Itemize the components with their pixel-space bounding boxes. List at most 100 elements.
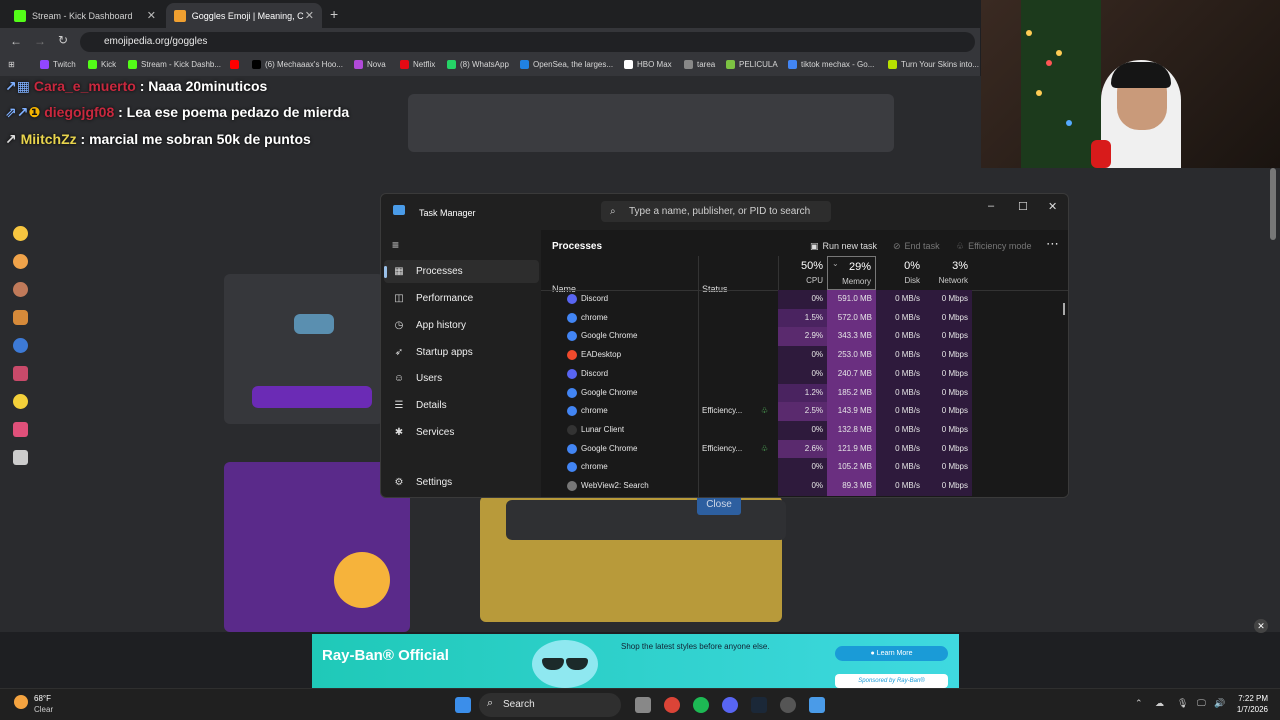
gear-icon: ⚙ <box>394 477 404 488</box>
close-ad-icon[interactable]: ✕ <box>1254 619 1268 633</box>
process-row[interactable]: Lunar Client 0% 132.8 MB 0 MB/s 0 Mbps <box>541 420 1068 440</box>
steam-icon[interactable] <box>751 697 767 713</box>
emoji-icon[interactable] <box>13 226 28 241</box>
onedrive-icon[interactable]: ☁ <box>1155 698 1164 709</box>
process-cpu: 2.9% <box>804 331 823 341</box>
efficiency-leaf-icon: ♧ <box>761 406 769 416</box>
chevron-up-icon[interactable]: ⌃ <box>1135 698 1143 709</box>
process-row[interactable]: chrome 1.5% 572.0 MB 0 MB/s 0 Mbps <box>541 308 1068 328</box>
bookmark-item[interactable]: Nova <box>354 60 386 69</box>
new-tab-icon[interactable]: + <box>330 6 338 22</box>
bookmark-item[interactable]: HBO Max <box>624 60 672 69</box>
bulb-emoji-icon[interactable] <box>13 394 28 409</box>
bookmark-item[interactable]: PELICULA <box>726 60 778 69</box>
ad-banner[interactable]: Ray-Ban® Official Shop the latest styles… <box>312 634 959 688</box>
process-row[interactable]: Google Chrome Efficiency... 2.6% 121.9 MB 0 … <box>541 439 1068 459</box>
back-icon[interactable]: ← <box>10 34 22 48</box>
microphone-icon[interactable]: 🎙 <box>1177 698 1188 709</box>
process-row[interactable]: Google Chrome 2.9% 343.3 MB 0 MB/s 0 Mbps <box>541 327 1068 347</box>
task-view-icon[interactable] <box>635 697 651 713</box>
close-button[interactable]: Close <box>697 495 741 515</box>
url-field[interactable]: emojipedia.org/goggles <box>80 32 975 52</box>
column-network[interactable]: 3% Network <box>924 256 972 290</box>
tab-emojipedia[interactable]: Goggles Emoji | Meaning, C ✕ <box>166 3 322 28</box>
process-icon <box>567 406 577 417</box>
clock-time[interactable]: 7:22 PM <box>1232 694 1268 703</box>
food-emoji-icon[interactable] <box>13 310 28 325</box>
column-memory[interactable]: ⌄ 29% Memory <box>827 256 876 290</box>
spotify-icon[interactable] <box>693 697 709 713</box>
bookmark-item[interactable]: Twitch <box>40 60 76 69</box>
nav-performance[interactable]: ◫ Performance <box>384 287 539 310</box>
column-cpu[interactable]: 50% CPU <box>778 256 827 290</box>
animal-emoji-icon[interactable] <box>13 282 28 297</box>
end-task-button[interactable]: ⊘ End task <box>893 241 940 252</box>
apps-grid-icon[interactable]: ⊞ <box>8 60 15 69</box>
process-row[interactable]: Discord 0% 240.7 MB 0 MB/s 0 Mbps <box>541 364 1068 384</box>
forward-icon[interactable]: → <box>34 34 46 48</box>
efficiency-mode-label: Efficiency mode <box>968 241 1032 251</box>
nav-settings[interactable]: ⚙ Settings <box>384 471 539 494</box>
bookmark-item[interactable] <box>230 60 243 69</box>
person-emoji-icon[interactable] <box>13 254 28 269</box>
search-input[interactable]: ⌕ Type a name, publisher, or PID to sear… <box>601 201 831 222</box>
process-row[interactable]: Google Chrome 1.2% 185.2 MB 0 MB/s 0 Mbps <box>541 383 1068 403</box>
run-new-task-button[interactable]: ▣ Run new task <box>810 241 877 252</box>
nav-app-history[interactable]: ◷ App history <box>384 314 539 337</box>
nav-details[interactable]: ☰ Details <box>384 394 539 417</box>
tab-kick-dashboard[interactable]: Stream - Kick Dashboard ✕ <box>6 3 164 28</box>
page-scrollbar[interactable] <box>1270 168 1276 240</box>
windows-start-icon[interactable] <box>455 697 471 713</box>
weather-temp[interactable]: 68°F <box>34 694 51 703</box>
maximize-icon[interactable]: ☐ <box>1018 200 1028 213</box>
efficiency-mode-button[interactable]: ♧ Efficiency mode <box>956 241 1031 252</box>
obs-icon[interactable] <box>780 697 796 713</box>
task-manager-icon[interactable] <box>809 697 825 713</box>
nav-users[interactable]: ☺ Users <box>384 367 539 390</box>
bookmark-label: Stream - Kick Dashb... <box>141 60 222 69</box>
flag-emoji-icon[interactable] <box>13 450 28 465</box>
monitor-icon[interactable]: 🖵 <box>1197 698 1206 709</box>
efficiency-leaf-icon: ♧ <box>761 443 769 453</box>
minimize-icon[interactable]: – <box>988 200 994 212</box>
heart-emoji-icon[interactable] <box>13 422 28 437</box>
nav-processes[interactable]: ▦ Processes <box>384 260 539 283</box>
process-row[interactable]: Discord 0% 591.0 MB 0 MB/s 0 Mbps <box>541 290 1068 309</box>
process-cpu: 0% <box>811 481 823 490</box>
close-icon[interactable]: ✕ <box>1048 200 1057 213</box>
chrome-icon[interactable] <box>664 697 680 713</box>
close-icon[interactable]: ✕ <box>147 9 156 22</box>
bookmark-item[interactable]: Turn Your Skins into... <box>888 60 979 69</box>
bookmark-item[interactable]: tiktok mechax - Go... <box>788 60 874 69</box>
volume-icon[interactable]: 🔊 <box>1214 698 1225 709</box>
process-row[interactable]: EADesktop 0% 253.0 MB 0 MB/s 0 Mbps <box>541 346 1068 366</box>
list-scrollbar[interactable] <box>1063 303 1065 315</box>
globe-emoji-icon[interactable] <box>13 338 28 353</box>
nav-services[interactable]: ✱ Services <box>384 421 539 444</box>
rocket-emoji-icon[interactable] <box>13 366 28 381</box>
bookmark-item[interactable]: Netflix <box>400 60 435 69</box>
more-options-icon[interactable]: ⋯ <box>1046 236 1059 252</box>
search-label: Search <box>503 699 535 710</box>
bookmark-item[interactable]: (6) Mechaaax's Hoo... <box>252 60 343 69</box>
taskbar-search[interactable]: ⌕ Search <box>479 693 621 717</box>
bookmark-item[interactable]: Kick <box>88 60 116 69</box>
processes-panel: Processes ▣ Run new task ⊘ End task ♧ Effic… <box>541 230 1068 497</box>
nav-startup-apps[interactable]: ➶ Startup apps <box>384 341 539 364</box>
process-row[interactable]: chrome 0% 105.2 MB 0 MB/s 0 Mbps <box>541 458 1068 478</box>
menu-icon[interactable]: ≡ <box>392 238 399 252</box>
bookmark-label: Turn Your Skins into... <box>901 60 979 69</box>
process-name: Lunar Client <box>581 424 625 434</box>
reload-icon[interactable]: ↻ <box>58 33 68 47</box>
learn-more-button[interactable]: ● Learn More <box>835 646 948 661</box>
column-disk[interactable]: 0% Disk <box>876 256 924 290</box>
bookmark-item[interactable]: tarea <box>684 60 715 69</box>
process-name: WebView2: Search <box>581 481 649 490</box>
discord-icon[interactable] <box>722 697 738 713</box>
close-icon[interactable]: ✕ <box>305 9 314 22</box>
process-row[interactable]: chrome Efficiency... 2.5% 143.9 MB 0 MB/s 0 M… <box>541 402 1068 422</box>
bookmark-item[interactable]: Stream - Kick Dashb... <box>128 60 221 69</box>
process-row[interactable]: WebView2: Search 0% 89.3 MB 0 MB/s 0 Mbps <box>541 477 1068 496</box>
bookmark-item[interactable]: (8) WhatsApp <box>447 60 509 69</box>
bookmark-item[interactable]: OpenSea, the larges... <box>520 60 613 69</box>
